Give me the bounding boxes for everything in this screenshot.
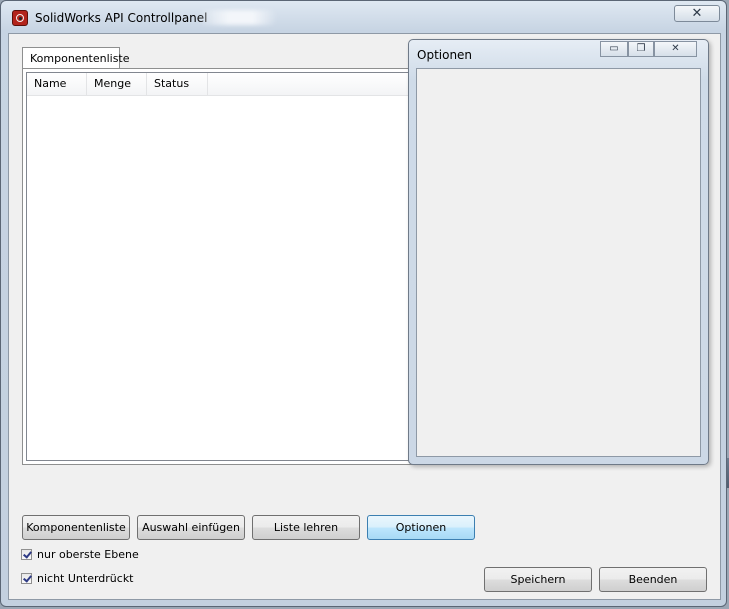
title-bar[interactable]: SolidWorks API Controllpanel ✕ bbox=[1, 1, 726, 35]
window-title: SolidWorks API Controllpanel bbox=[35, 11, 208, 25]
tab-komponentenliste[interactable]: Komponentenliste bbox=[22, 47, 130, 69]
checkbox-checked-icon[interactable] bbox=[21, 573, 32, 584]
restore-icon: ❐ bbox=[636, 43, 646, 54]
solidworks-app-icon bbox=[12, 10, 28, 26]
main-window: SolidWorks API Controllpanel ✕ Komponent… bbox=[0, 0, 727, 607]
column-header-name[interactable]: Name bbox=[27, 73, 87, 95]
close-icon: ✕ bbox=[691, 5, 703, 20]
komponentenliste-button[interactable]: Komponentenliste bbox=[22, 515, 130, 540]
checkbox-nur-oberste-ebene[interactable]: nur oberste Ebene bbox=[21, 548, 139, 564]
checkbox-checked-icon[interactable] bbox=[21, 549, 32, 560]
column-header-menge[interactable]: Menge bbox=[87, 73, 147, 95]
beenden-button[interactable]: Beenden bbox=[599, 567, 707, 592]
title-glow bbox=[197, 10, 277, 25]
optionen-window[interactable]: Optionen ▭ ❐ ✕ bbox=[408, 39, 709, 465]
restore-button[interactable]: ❐ bbox=[628, 41, 654, 57]
column-header-status[interactable]: Status bbox=[147, 73, 208, 95]
speichern-button[interactable]: Speichern bbox=[484, 567, 592, 592]
checkbox-nicht-unterdrueckt[interactable]: nicht Unterdrückt bbox=[21, 572, 134, 588]
optionen-client-area bbox=[416, 68, 701, 457]
minimize-icon: ▭ bbox=[609, 43, 619, 54]
optionen-close-button[interactable]: ✕ bbox=[654, 41, 697, 57]
optionen-button[interactable]: Optionen bbox=[367, 515, 475, 540]
checkbox-label: nur oberste Ebene bbox=[37, 548, 139, 561]
auswahl-einfuegen-button[interactable]: Auswahl einfügen bbox=[137, 515, 245, 540]
optionen-window-title: Optionen bbox=[417, 48, 473, 62]
minimize-button[interactable]: ▭ bbox=[600, 41, 628, 57]
liste-lehren-button[interactable]: Liste lehren bbox=[252, 515, 360, 540]
window-close-button[interactable]: ✕ bbox=[674, 5, 720, 22]
close-icon: ✕ bbox=[671, 43, 680, 54]
checkbox-label: nicht Unterdrückt bbox=[37, 572, 134, 585]
